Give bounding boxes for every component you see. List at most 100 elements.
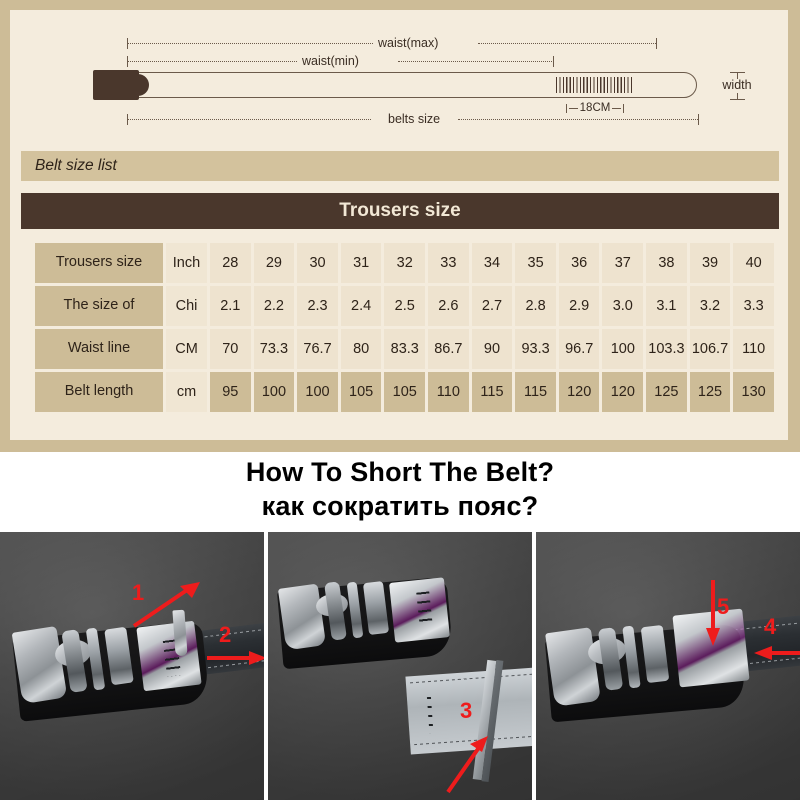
trousers-size-title-bar: Trousers size: [21, 193, 779, 229]
table-cell: 110: [428, 372, 469, 412]
waist-min-line-right: [398, 61, 552, 63]
table-cell: 115: [471, 372, 513, 412]
table-row: The size of Chi 2.1 2.2 2.3 2.4 2.5 2.6 2.7 2.8 2.…: [35, 286, 774, 326]
photo-2-step-number-3: 3: [460, 698, 473, 723]
table-row: Trousers size Inch 28 29 30 31 32 33 34 35 36 37 38 3…: [35, 243, 774, 283]
photo-1-step-number-2: 2: [219, 622, 232, 647]
table-cell: 95: [210, 372, 251, 412]
table-row: Belt length cm 95 100 100 105 105 110 115 115 120 1…: [35, 372, 774, 412]
table-cell: 96.7: [558, 329, 600, 369]
page-root: waist(max) waist(min) 18CM width belts s…: [0, 0, 800, 800]
row-label: Waist line: [35, 329, 163, 369]
photo-2-buckle-faceplate: [277, 583, 327, 651]
headline-line-english: How To Short The Belt?: [245, 457, 555, 487]
row-unit: Chi: [166, 286, 207, 326]
photo-2-arrow-3: [446, 736, 488, 794]
belt-size-list-title: Belt size list: [35, 157, 117, 174]
belt-size-card-inner: waist(max) waist(min) 18CM width belts s…: [10, 10, 788, 440]
table-cell: 105: [340, 372, 382, 412]
table-cell: 73.3: [253, 329, 295, 369]
row-label: Belt length: [35, 372, 163, 412]
table-cell: 30: [297, 243, 338, 283]
table-cell: 76.7: [297, 329, 338, 369]
headline-line-russian: как сократить пояс?: [261, 491, 539, 521]
table-cell: 31: [340, 243, 382, 283]
belt-size-table-body: Trousers size Inch 28 29 30 31 32 33 34 35 36 37 38 3…: [35, 243, 774, 412]
table-cell: 110: [733, 329, 774, 369]
table-cell: 125: [646, 372, 687, 412]
table-cell: 86.7: [428, 329, 469, 369]
waist-min-line-left: [128, 61, 297, 63]
photo-1-step-number-1: 1: [132, 580, 145, 605]
waist-max-cap-right: [656, 38, 657, 49]
table-cell: 2.9: [558, 286, 600, 326]
photo-3-step-number-5: 5: [717, 594, 730, 619]
bracket-dash-right: [612, 107, 622, 109]
waist-min-cap-right: [553, 56, 554, 67]
photo-3-step-number-4: 4: [764, 614, 777, 639]
trousers-size-title: Trousers size: [339, 200, 461, 221]
table-cell: 32: [384, 243, 426, 283]
belt-size-card: waist(max) waist(min) 18CM width belts s…: [0, 0, 800, 452]
table-cell: 120: [558, 372, 600, 412]
belt-18cm-label: 18CM: [579, 102, 611, 114]
table-cell: 2.8: [515, 286, 556, 326]
waist-max-line-right: [478, 43, 656, 45]
photo-2-strap-holes: [426, 696, 434, 734]
table-cell: 2.5: [384, 286, 426, 326]
belts-size-label: belts size: [388, 112, 441, 126]
table-cell: 2.2: [253, 286, 295, 326]
instruction-photo-2: 3: [268, 532, 532, 800]
photo-1-arrow-2: [207, 651, 264, 665]
row-label: The size of: [35, 286, 163, 326]
width-tick-bottom: [729, 98, 745, 100]
table-cell: 3.1: [646, 286, 687, 326]
instruction-photo-strip: 1 2 3 5 4: [0, 532, 800, 800]
instruction-photo-3: 5 4: [536, 532, 800, 800]
table-cell: 28: [210, 243, 251, 283]
bracket-tick-left: [565, 103, 567, 113]
belts-size-line-right: [458, 119, 698, 121]
table-cell: 33: [428, 243, 469, 283]
table-cell: 36: [558, 243, 600, 283]
waist-max-label: waist(max): [378, 36, 439, 50]
table-cell: 80: [340, 329, 382, 369]
belt-18cm-bracket: 18CM: [552, 102, 638, 114]
row-unit: CM: [166, 329, 207, 369]
table-cell: 83.3: [384, 329, 426, 369]
table-cell: 100: [602, 329, 644, 369]
table-cell: 106.7: [689, 329, 731, 369]
table-cell: 3.2: [689, 286, 731, 326]
table-cell: 40: [733, 243, 774, 283]
table-cell: 2.6: [428, 286, 469, 326]
table-row: Waist line CM 70 73.3 76.7 80 83.3 86.7 90 93.3 96…: [35, 329, 774, 369]
table-cell: 3.0: [602, 286, 644, 326]
table-cell: 34: [471, 243, 513, 283]
table-cell: 39: [689, 243, 731, 283]
table-cell: 35: [515, 243, 556, 283]
table-cell: 120: [602, 372, 644, 412]
table-cell: 2.1: [210, 286, 251, 326]
table-cell: 125: [689, 372, 731, 412]
waist-max-line-left: [128, 43, 373, 45]
belt-buckle-shape: [93, 70, 139, 100]
photo-2-stitch-top: [409, 673, 532, 684]
table-cell: 90: [471, 329, 513, 369]
table-cell: 100: [253, 372, 295, 412]
waist-min-label: waist(min): [302, 54, 359, 68]
table-cell: 2.7: [471, 286, 513, 326]
belts-size-line-left: [128, 119, 371, 121]
table-cell: 29: [253, 243, 295, 283]
table-cell: 38: [646, 243, 687, 283]
belt-measurement-diagram: waist(max) waist(min) 18CM width belts s…: [10, 10, 788, 138]
table-cell: 130: [733, 372, 774, 412]
row-unit: cm: [166, 372, 207, 412]
row-unit: Inch: [166, 243, 207, 283]
belt-size-list-bar: Belt size list: [21, 151, 779, 181]
table-cell: 103.3: [646, 329, 687, 369]
belts-size-cap-right: [698, 114, 699, 125]
table-cell: 115: [515, 372, 556, 412]
table-cell: 37: [602, 243, 644, 283]
table-cell: 105: [384, 372, 426, 412]
photo-3-arrow-4: [754, 646, 800, 660]
